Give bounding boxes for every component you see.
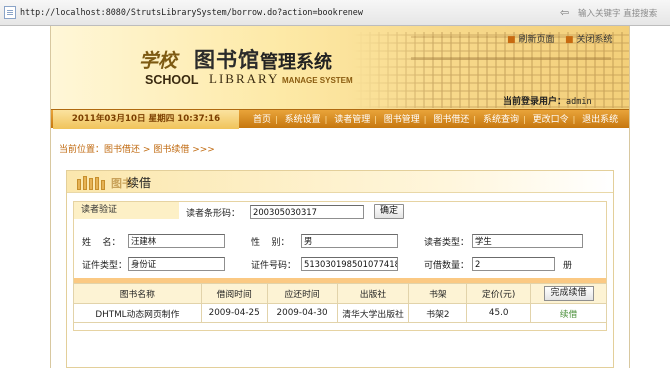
- nav-item-readers[interactable]: 读者管理: [330, 115, 374, 125]
- cell-book-title: DHTML动态网页制作: [73, 303, 202, 323]
- table-row: DHTML动态网页制作 2009-04-25 2009-04-30 清华大学出版…: [73, 303, 607, 323]
- barcode-input[interactable]: 200305030317: [250, 205, 364, 219]
- bullet-icon: ■: [565, 35, 574, 45]
- renew-link[interactable]: 续借: [530, 303, 607, 323]
- confirm-button[interactable]: 确定: [374, 204, 404, 219]
- breadcrumb-tail: >>>: [192, 145, 215, 155]
- id-type-label: 证件类型：: [82, 261, 128, 271]
- gender-field[interactable]: 男: [301, 234, 398, 248]
- col-shelf: 书架: [408, 283, 468, 304]
- breadcrumb-borrow-return[interactable]: 图书借还: [104, 145, 140, 155]
- id-number-label: 证件号码：: [251, 261, 297, 271]
- borrow-limit-field[interactable]: 2: [472, 257, 555, 271]
- cell-due-date: 2009-04-30: [266, 303, 338, 323]
- borrow-limit-unit: 册: [563, 261, 573, 271]
- nav-item-borrow-return[interactable]: 图书借还: [429, 115, 473, 125]
- barcode-label: 读者条形码：: [186, 209, 241, 219]
- panel-title: 续借: [127, 176, 152, 190]
- breadcrumb-renew: 图书续借: [153, 145, 190, 155]
- renew-panel: 图书 续借 读者验证 读者条形码： 200305030317 确定 姓 名： 汪…: [66, 170, 614, 368]
- cell-shelf: 书架2: [408, 303, 468, 323]
- nav-item-logout[interactable]: 退出系统: [578, 115, 622, 125]
- breadcrumb: 当前位置：图书借还 > 图书续借 >>>: [59, 145, 215, 155]
- borrowed-books-table: 图书名称 借阅时间 应还时间 出版社 书架 定价(元) 完成续借 DHTML动态…: [73, 283, 607, 323]
- refresh-page-link[interactable]: ■ 刷新页面: [507, 32, 555, 45]
- finish-renew-button[interactable]: 完成续借: [543, 286, 594, 301]
- address-url[interactable]: http://localhost:8080/StrutsLibrarySyste…: [20, 7, 363, 17]
- nav-item-change-password[interactable]: 更改口令: [529, 115, 573, 125]
- nav-item-query[interactable]: 系统查询: [479, 115, 523, 125]
- chevron-right-icon: >: [142, 145, 151, 155]
- logo-library-cn: 图书馆: [194, 47, 260, 72]
- browser-address-bar: http://localhost:8080/StrutsLibrarySyste…: [0, 0, 670, 26]
- page-icon: [4, 6, 16, 19]
- logo-library-en: LIBRARY: [209, 71, 280, 86]
- main-nav: 2011年03月10日 星期四 10:37:16 首页 | 系统设置 | 读者管理 |…: [51, 109, 629, 129]
- search-box[interactable]: 输入关键字 直接搜索: [578, 7, 657, 19]
- reader-verify-label: 读者验证: [74, 202, 179, 219]
- header-banner: 学校 图书馆 管理系统 SCHOOL LIBRARY MANAGE SYSTEM…: [51, 26, 629, 109]
- borrow-limit-label: 可借数量：: [424, 261, 470, 271]
- logo-manage-system-en: MANAGE SYSTEM: [282, 76, 353, 85]
- bullet-icon: ■: [507, 35, 516, 45]
- col-publisher: 出版社: [336, 283, 410, 304]
- logo-school-en: SCHOOL: [145, 73, 199, 87]
- nav-item-settings[interactable]: 系统设置: [281, 115, 325, 125]
- reader-type-field[interactable]: 学生: [472, 234, 583, 248]
- reader-type-label: 读者类型：: [424, 238, 470, 248]
- col-due-date: 应还时间: [266, 283, 338, 304]
- nav-items: 首页 | 系统设置 | 读者管理 | 图书管理 | 图书借还 | 系统查询 | 更改口令 | …: [249, 110, 622, 129]
- col-book-title: 图书名称: [73, 283, 202, 304]
- back-arrow-icon[interactable]: ⇦: [560, 6, 569, 19]
- nav-item-books[interactable]: 图书管理: [380, 115, 424, 125]
- cell-borrow-date: 2009-04-25: [200, 303, 268, 323]
- col-price: 定价(元): [466, 283, 532, 304]
- logo-school-cn: 学校: [139, 50, 178, 72]
- cell-publisher: 清华大学出版社: [336, 303, 410, 323]
- name-field[interactable]: 汪建林: [128, 234, 225, 248]
- page-frame: 学校 图书馆 管理系统 SCHOOL LIBRARY MANAGE SYSTEM…: [50, 26, 630, 368]
- nav-item-home[interactable]: 首页: [249, 115, 275, 125]
- cell-price: 45.0: [466, 303, 532, 323]
- id-number-field[interactable]: 513030198501077418: [301, 257, 398, 271]
- panel-header: 图书 续借: [67, 171, 613, 193]
- current-user: 当前登录用户：admin: [503, 97, 592, 107]
- col-action: 完成续借: [530, 283, 607, 304]
- col-borrow-date: 借阅时间: [200, 283, 268, 304]
- table-header-row: 图书名称 借阅时间 应还时间 出版社 书架 定价(元) 完成续借: [73, 283, 607, 304]
- datetime-display: 2011年03月10日 星期四 10:37:16: [53, 110, 239, 129]
- close-system-link[interactable]: ■ 关闭系统: [565, 32, 613, 45]
- books-icon: [77, 175, 107, 190]
- name-label: 姓 名：: [82, 238, 121, 248]
- id-type-field[interactable]: 身份证: [128, 257, 225, 271]
- gender-label: 性 别：: [251, 238, 290, 248]
